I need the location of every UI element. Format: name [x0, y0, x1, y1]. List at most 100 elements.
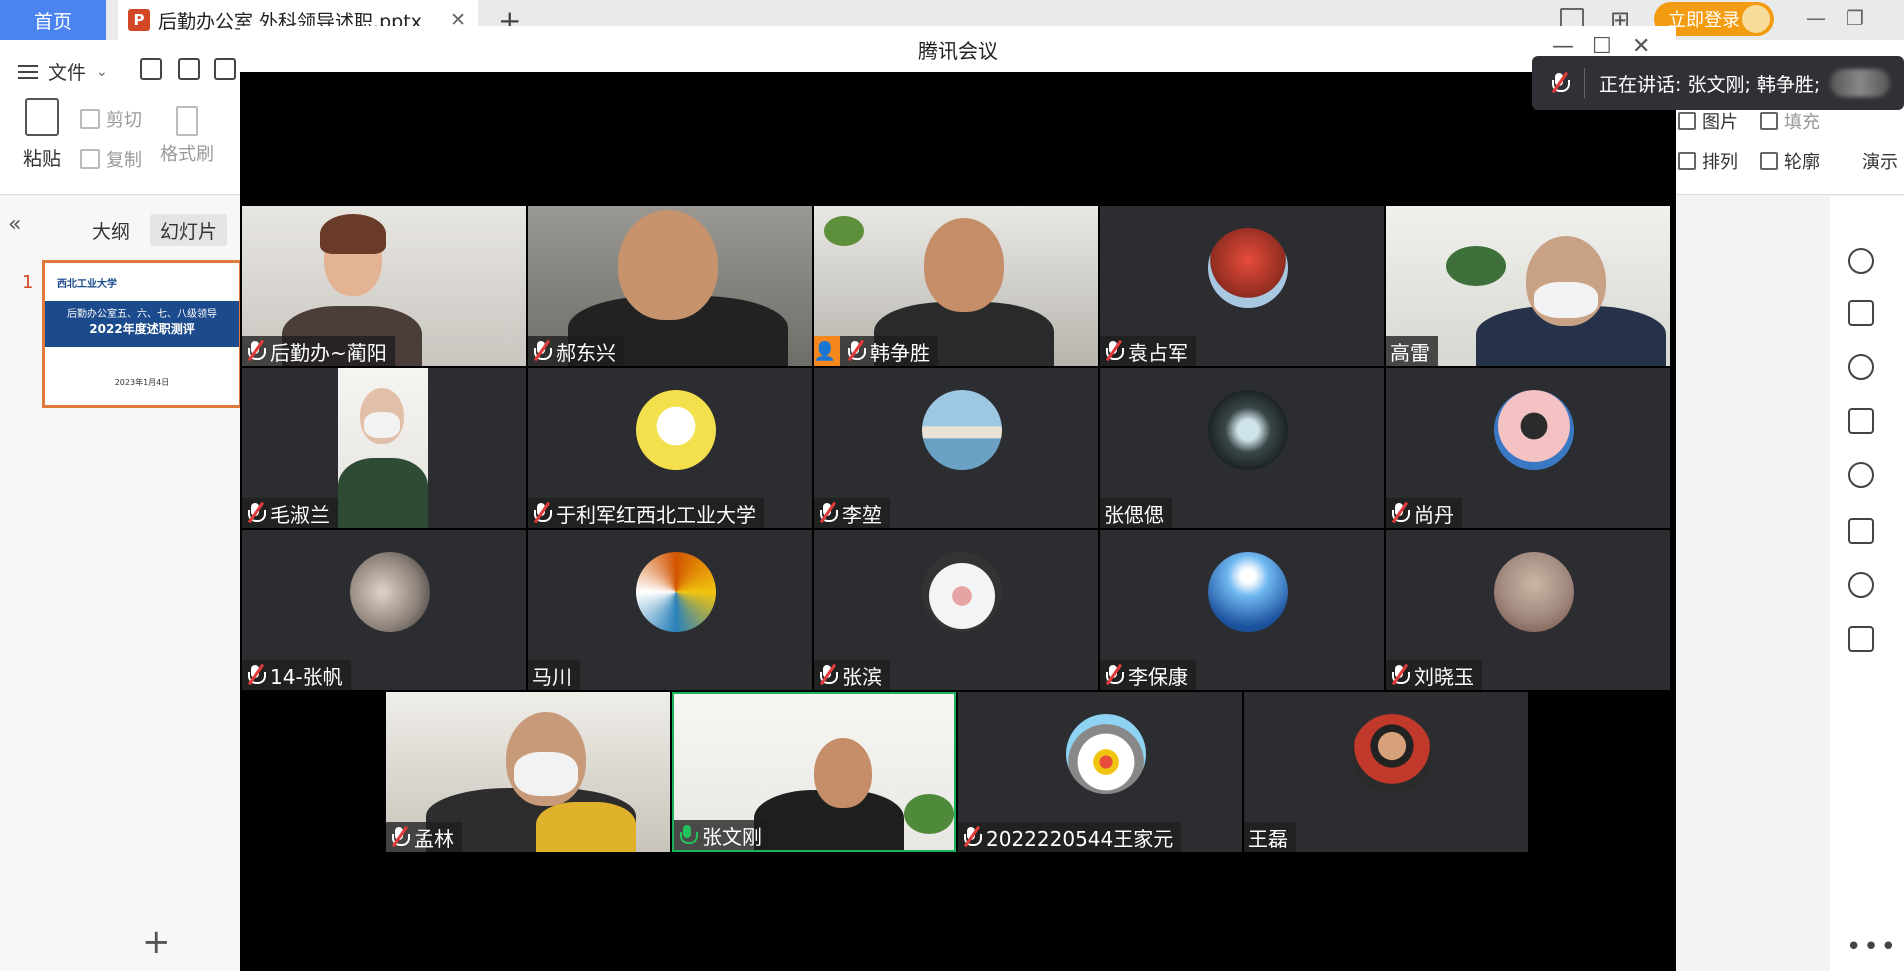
- file-menu[interactable]: 文件 ⌄: [18, 58, 108, 85]
- arrange-button[interactable]: 排列: [1678, 148, 1738, 174]
- help-icon[interactable]: [1848, 462, 1874, 488]
- star-icon[interactable]: [1848, 354, 1874, 380]
- fill-bucket-icon: [1760, 112, 1778, 130]
- picture-button[interactable]: 图片: [1678, 108, 1738, 134]
- book-icon[interactable]: [1848, 626, 1874, 652]
- restore-icon[interactable]: ❐: [1846, 6, 1864, 30]
- present-button[interactable]: 演示: [1862, 148, 1898, 174]
- participant-tile[interactable]: 张滨: [814, 530, 1098, 690]
- scissors-icon: [80, 109, 100, 129]
- participant-name-tag: 马川: [528, 660, 580, 690]
- participant-avatar: [922, 552, 1002, 632]
- participant-name: 郝东兴: [556, 340, 616, 365]
- participant-name-tag: 于利军红西北工业大学: [528, 498, 764, 528]
- participant-tile[interactable]: 2022220544王家元: [958, 692, 1242, 852]
- mic-muted-icon: [390, 825, 410, 848]
- participant-name-tag: 尚丹: [1386, 498, 1462, 528]
- outline-button[interactable]: 轮廓: [1760, 148, 1820, 174]
- participant-avatar: [636, 552, 716, 632]
- present-label: 演示: [1862, 152, 1898, 173]
- participant-avatar: [922, 390, 1002, 470]
- participant-name-tag: 张滨: [814, 660, 890, 690]
- participant-tile[interactable]: 郝东兴: [528, 206, 812, 366]
- participant-name: 2022220544王家元: [986, 826, 1174, 851]
- participant-tile[interactable]: 尚丹: [1386, 368, 1670, 528]
- participant-name-tag: 李堃: [814, 498, 890, 528]
- participant-avatar: [1066, 714, 1146, 794]
- outline-icon: [1760, 152, 1778, 170]
- participant-avatar: [1208, 390, 1288, 470]
- fill-button[interactable]: 填充: [1760, 108, 1820, 134]
- slide-thumbnail[interactable]: 西北工业大学 后勤办公室五、六、七、八级领导 2022年度述职测评 2023年1…: [42, 260, 242, 408]
- chevron-down-icon: ⌄: [96, 63, 108, 80]
- participant-name-tag: 后勤办~蔺阳: [242, 336, 395, 366]
- format-painter-button[interactable]: 格式刷: [160, 106, 214, 166]
- participant-tile[interactable]: 袁占军: [1100, 206, 1384, 366]
- cloud-icon[interactable]: [1848, 518, 1874, 544]
- paste-button[interactable]: 粘贴: [16, 98, 68, 171]
- participant-tile[interactable]: 👤 韩争胜: [814, 206, 1098, 366]
- export-icon[interactable]: [178, 58, 200, 80]
- lightning-icon[interactable]: [1848, 572, 1874, 598]
- participant-tile[interactable]: 高雷: [1386, 206, 1670, 366]
- minimize-icon[interactable]: —: [1806, 6, 1826, 30]
- participant-name-tag: 张偲偲: [1100, 498, 1172, 528]
- save-icon[interactable]: [140, 58, 162, 80]
- participant-tile[interactable]: 王磊: [1244, 692, 1528, 852]
- participant-tile-active-speaker[interactable]: 张文刚: [672, 692, 956, 852]
- participant-tile[interactable]: 李保康: [1100, 530, 1384, 690]
- tab-outline[interactable]: 大纲: [82, 214, 140, 246]
- participant-tile[interactable]: 马川: [528, 530, 812, 690]
- video-gallery: 后勤办~蔺阳 郝东兴 👤 韩争胜 袁占军 高雷 毛淑兰 于利军红西北工业大学 李…: [240, 72, 1676, 971]
- video-feed: [338, 368, 428, 528]
- host-badge-icon: 👤: [814, 336, 840, 366]
- participant-tile[interactable]: 李堃: [814, 368, 1098, 528]
- participant-tile[interactable]: 刘晓玉: [1386, 530, 1670, 690]
- participant-name: 李堃: [842, 502, 882, 527]
- speaker-avatars: [1830, 69, 1891, 97]
- canvas-area: [1676, 196, 1830, 971]
- add-slide-button[interactable]: +: [142, 922, 171, 962]
- participant-tile[interactable]: 毛淑兰: [242, 368, 526, 528]
- more-icon[interactable]: •••: [1846, 932, 1898, 962]
- format-painter-label: 格式刷: [160, 144, 214, 165]
- home-tab[interactable]: 首页: [0, 0, 106, 40]
- mic-muted-icon: [1550, 71, 1570, 94]
- participant-tile[interactable]: 孟林: [386, 692, 670, 852]
- paste-label: 粘贴: [22, 148, 61, 170]
- participant-name-tag: 2022220544王家元: [958, 822, 1182, 852]
- mic-muted-icon: [532, 339, 552, 362]
- participant-avatar: [350, 552, 430, 632]
- collapse-pane-icon[interactable]: «: [8, 212, 21, 237]
- active-speaker-banner[interactable]: 正在讲话: 张文刚; 韩争胜;: [1532, 56, 1904, 110]
- participant-name-tag: 王磊: [1244, 822, 1296, 852]
- divider: [1584, 68, 1585, 98]
- participant-tile[interactable]: 张偲偲: [1100, 368, 1384, 528]
- login-label: 立即登录: [1668, 10, 1740, 31]
- slide-pane: « 大纲 幻灯片 1 西北工业大学 后勤办公室五、六、七、八级领导 2022年度…: [0, 196, 242, 971]
- participant-tile[interactable]: 后勤办~蔺阳: [242, 206, 526, 366]
- sliders-icon[interactable]: [1848, 300, 1874, 326]
- tab-slides[interactable]: 幻灯片: [150, 214, 228, 246]
- mic-muted-icon: [962, 825, 982, 848]
- participant-name: 王磊: [1248, 826, 1288, 851]
- transition-icon[interactable]: [1848, 408, 1874, 434]
- participant-tile[interactable]: 14-张帆: [242, 530, 526, 690]
- ppt-file-icon: P: [128, 9, 150, 31]
- paste-icon: [25, 98, 59, 136]
- copy-button[interactable]: 复制: [80, 146, 142, 172]
- participant-tile[interactable]: 于利军红西北工业大学: [528, 368, 812, 528]
- arrange-label: 排列: [1702, 152, 1738, 173]
- print-icon[interactable]: [214, 58, 236, 80]
- brush-icon: [176, 106, 198, 136]
- cut-button[interactable]: 剪切: [80, 106, 142, 132]
- participant-name: 14-张帆: [270, 664, 343, 689]
- participant-name: 袁占军: [1128, 340, 1188, 365]
- copy-icon: [80, 149, 100, 169]
- rocket-icon[interactable]: [1848, 248, 1874, 274]
- participant-name-tag: 刘晓玉: [1386, 660, 1482, 690]
- participant-name: 韩争胜: [870, 340, 930, 365]
- participant-name: 后勤办~蔺阳: [270, 340, 387, 365]
- outline-label: 轮廓: [1784, 152, 1820, 173]
- mic-muted-icon: [818, 663, 838, 686]
